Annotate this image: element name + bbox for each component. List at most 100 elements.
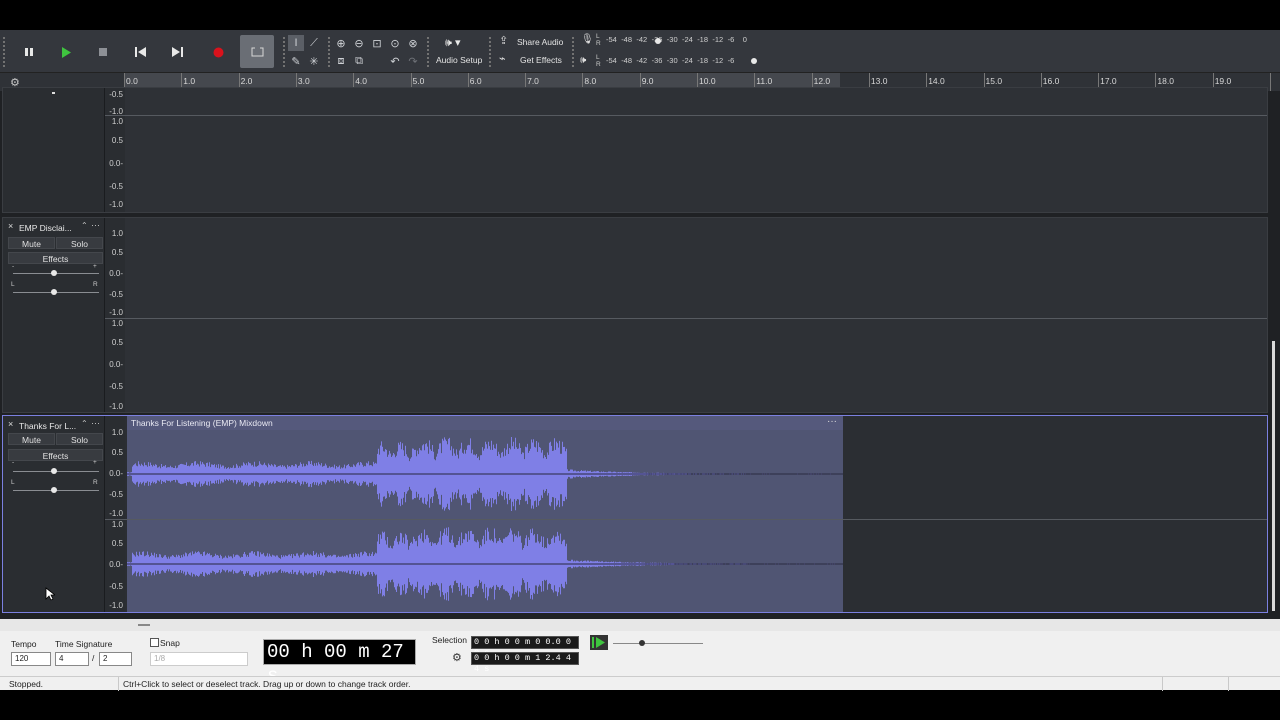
mouse-cursor-icon	[45, 587, 55, 601]
toolbar-grip[interactable]	[571, 36, 575, 68]
vertical-scrollbar[interactable]	[1272, 91, 1276, 619]
selection-tool-button[interactable]: I	[288, 35, 304, 51]
selection-start-field[interactable]: 0 0 h 0 0 m 0 0.0 0 0 s	[471, 636, 579, 658]
gain-slider-knob[interactable]	[51, 468, 57, 474]
meter-tick-label: -6	[727, 56, 735, 65]
zoom-in-button[interactable]: ⊕	[333, 35, 349, 51]
track-menu-icon[interactable]: ···	[91, 220, 100, 230]
waveform-area[interactable]	[125, 88, 1267, 212]
track-1-pan-knob[interactable]	[52, 92, 55, 94]
fit-project-button[interactable]: ⊙	[387, 35, 403, 51]
record-button[interactable]	[201, 37, 235, 67]
redo-button[interactable]: ↷	[405, 53, 421, 69]
vertical-scroll-thumb[interactable]	[1272, 341, 1275, 611]
amplitude-label: 1.0	[111, 520, 123, 529]
amplitude-label: 0.5	[111, 539, 123, 548]
skip-to-end-button[interactable]	[160, 37, 194, 67]
solo-button[interactable]: Solo	[56, 237, 103, 249]
skip-to-start-button[interactable]	[123, 37, 157, 67]
undo-button[interactable]: ↶	[387, 53, 403, 69]
track-control-panel[interactable]: × EMP Disclai... ⌃ ··· Mute Solo Effects…	[3, 218, 105, 412]
record-meter-knob[interactable]	[655, 38, 661, 44]
selection-end-field[interactable]: 0 0 h 0 0 m 1 2.4 4 4 s	[471, 652, 579, 674]
pause-button[interactable]	[12, 37, 46, 67]
fit-selection-button[interactable]: ⊡	[369, 35, 385, 51]
audio-setup-button[interactable]: 🕪 ▾ Audio Setup	[433, 34, 483, 68]
clip-title[interactable]: Thanks For Listening (EMP) Mixdown	[131, 418, 273, 428]
pan-slider-knob[interactable]	[51, 487, 57, 493]
pencil-icon: ✎	[291, 55, 301, 68]
effects-button[interactable]: Effects	[8, 252, 103, 264]
toolbar-grip[interactable]	[2, 36, 6, 68]
status-message: Ctrl+Click to select or deselect track. …	[123, 679, 411, 689]
track-1[interactable]: -0.5 -1.0 1.0 0.5 0.0- -0.5 -1.0	[2, 87, 1268, 213]
track-2[interactable]: × EMP Disclai... ⌃ ··· Mute Solo Effects…	[2, 217, 1268, 413]
collapse-icon[interactable]: ⌃	[81, 221, 88, 230]
mute-button[interactable]: Mute	[8, 237, 55, 249]
snap-select[interactable]: 1/8	[150, 652, 248, 666]
trim-icon: ⧈	[337, 54, 345, 67]
effects-button[interactable]: Effects	[8, 449, 103, 461]
toolbar: I ⟋ ✎ ✳ ⊕ ⊖ ⊡ ⊙ ⊗ ⧈ ⧉ ↶ ↷ 🕪 ▾ Audio Setu…	[0, 30, 1280, 73]
loop-button[interactable]	[240, 35, 274, 68]
track-name[interactable]: EMP Disclai...	[19, 223, 72, 233]
play-button[interactable]	[49, 37, 83, 67]
play-speed-slider-knob[interactable]	[639, 640, 645, 646]
toolbar-grip[interactable]	[488, 36, 492, 68]
pan-slider-knob[interactable]	[51, 289, 57, 295]
amplitude-label: -0.5	[109, 582, 123, 591]
track-name[interactable]: Thanks For L...	[19, 421, 76, 431]
trim-button[interactable]: ⧈	[333, 53, 349, 69]
clip-menu-button[interactable]: ···	[827, 416, 837, 427]
time-sig-top-input[interactable]: 4	[55, 652, 89, 666]
horizontal-scroll-thumb[interactable]	[138, 624, 150, 626]
ruler-tick-label: 16.0	[1042, 76, 1060, 86]
silence-button[interactable]: ⧉	[351, 53, 367, 69]
solo-button[interactable]: Solo	[56, 433, 103, 445]
snap-checkbox[interactable]	[150, 638, 159, 647]
play-speed-slider-track[interactable]	[613, 643, 703, 644]
time-display[interactable]: 00 h 00 m 27 s	[263, 639, 416, 687]
amplitude-label: -0.5	[109, 382, 123, 391]
get-effects-button[interactable]: ⌁ Get Effects	[496, 52, 566, 67]
time-sig-bottom-select[interactable]: 2	[99, 652, 132, 666]
toolbar-grip[interactable]	[327, 36, 331, 68]
get-effects-label: Get Effects	[520, 55, 562, 65]
meter-left-label: L	[596, 54, 600, 61]
playback-meter[interactable]: -54 -48 -42 -36 -30 -24 -18 -12 -6	[606, 56, 756, 68]
stop-button[interactable]	[86, 37, 120, 67]
pan-right-label: R	[93, 281, 98, 288]
horizontal-scrollbar[interactable]	[0, 619, 1280, 631]
waveform-area[interactable]	[125, 218, 1267, 412]
mute-button[interactable]: Mute	[8, 433, 55, 445]
close-track-icon[interactable]: ×	[8, 419, 13, 429]
toolbar-grip[interactable]	[282, 36, 286, 68]
selection-settings-gear-icon[interactable]: ⚙	[452, 651, 462, 664]
toolbar-grip[interactable]	[426, 36, 430, 68]
pan-right-label: R	[93, 479, 98, 486]
play-at-speed-button[interactable]	[590, 635, 608, 650]
meter-tick-label: -54	[606, 56, 617, 65]
audio-clip[interactable]: Thanks For Listening (EMP) Mixdown ···	[127, 416, 843, 612]
draw-tool-button[interactable]: ✎	[288, 53, 304, 69]
collapse-icon[interactable]: ⌃	[81, 419, 88, 428]
playback-meter-knob[interactable]	[751, 58, 757, 64]
record-meter[interactable]: -54-48-42-36-30-24-18-12-60	[606, 35, 756, 47]
envelope-tool-button[interactable]: ⟋	[306, 35, 322, 51]
multi-tool-button[interactable]: ✳	[306, 53, 322, 69]
track-control-panel[interactable]: × Thanks For L... ⌃ ··· Mute Solo Effect…	[3, 416, 105, 612]
stop-icon	[99, 48, 107, 56]
zoom-out-button[interactable]: ⊖	[351, 35, 367, 51]
track-menu-icon[interactable]: ···	[91, 418, 100, 428]
ruler-tick-label: 5.0	[412, 76, 425, 86]
clip-header[interactable]: Thanks For Listening (EMP) Mixdown ···	[127, 416, 843, 430]
close-track-icon[interactable]: ×	[8, 221, 13, 231]
track-3[interactable]: × Thanks For L... ⌃ ··· Mute Solo Effect…	[2, 415, 1268, 613]
gain-slider-knob[interactable]	[51, 270, 57, 276]
zoom-toggle-button[interactable]: ⊗	[405, 35, 421, 51]
tempo-input[interactable]: 120	[11, 652, 51, 666]
ruler-tick-label: 3.0	[297, 76, 310, 86]
share-audio-button[interactable]: ⇪ Share Audio	[496, 34, 566, 49]
track-control-panel[interactable]	[3, 88, 105, 212]
ruler-tick-label: 17.0	[1100, 76, 1117, 86]
